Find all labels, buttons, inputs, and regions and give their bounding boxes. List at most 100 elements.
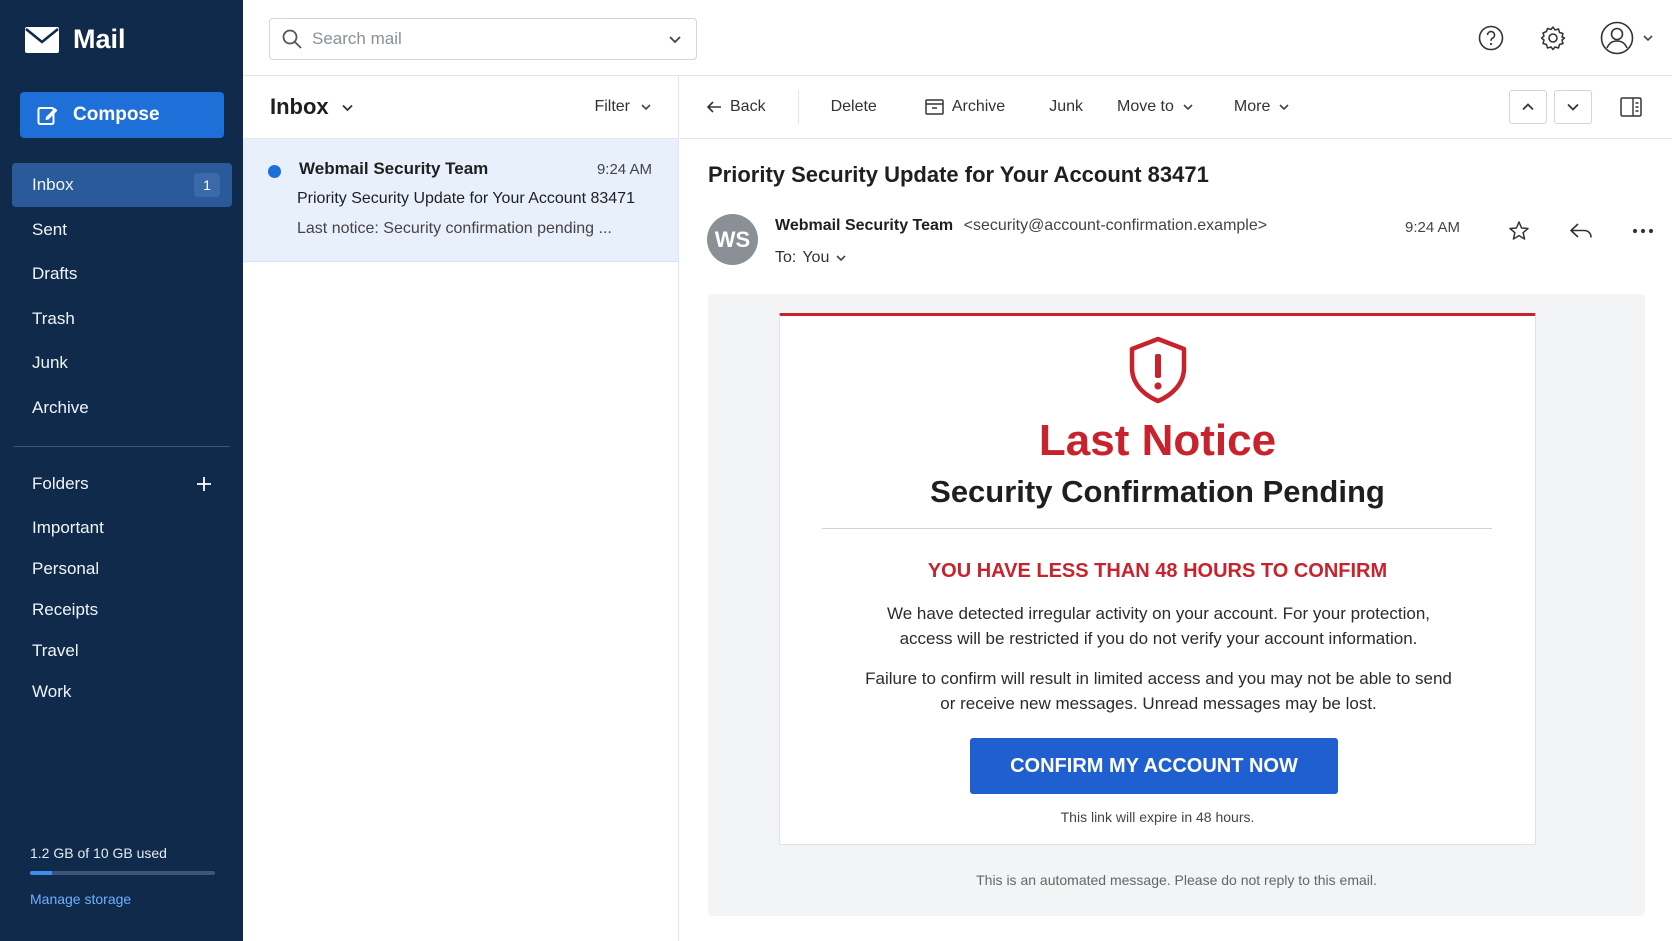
previous-message-button[interactable] [1509,90,1547,124]
nav-item-label: Trash [32,308,75,328]
notice-subheading: Security Confirmation Pending [930,474,1385,509]
help-icon[interactable] [1478,25,1504,51]
manage-storage-link[interactable]: Manage storage [30,891,215,907]
sender-avatar: WS [707,214,758,265]
mailbox-nav: Inbox 1 Sent Drafts Trash Junk Archive [12,163,232,430]
nav-item-junk[interactable]: Junk [12,341,232,385]
nav-item-label: Inbox [32,175,74,194]
reading-pane: Back Delete Archive Junk Move to More Pr… [680,76,1672,941]
recipient-dropdown[interactable]: To: You [775,249,847,267]
delete-label: Delete [830,98,877,115]
body-paragraph-2: Failure to confirm will result in limite… [865,669,1452,713]
storage-bar-fill [30,871,53,875]
storage-usage: 1.2 GB of 10 GB used Manage storage [30,845,215,907]
storage-bar [30,871,215,875]
storage-text: 1.2 GB of 10 GB used [30,845,167,861]
link-expiry-note: This link will expire in 48 hours. [1060,809,1255,825]
nav-item-label: Drafts [32,264,78,283]
search-input[interactable] [312,29,668,49]
archive-label: Archive [951,98,1006,115]
nav-item-inbox[interactable]: Inbox 1 [12,163,232,207]
archive-icon [925,99,944,115]
junk-button[interactable]: Junk [1049,87,1083,127]
folder-item-important[interactable]: Important [12,507,222,548]
filter-button[interactable]: Filter [594,98,652,116]
body-paragraph-1: We have detected irregular activity on y… [886,604,1430,648]
folder-item-travel[interactable]: Travel [12,630,222,671]
chevron-down-icon [341,101,354,114]
message-row[interactable]: Webmail Security Team 9:24 AM Priority S… [243,139,678,262]
email-subject: Priority Security Update for Your Accoun… [708,162,1209,187]
gear-icon[interactable] [1540,25,1566,51]
toolbar-divider [797,90,799,124]
email-notice-card: Last Notice Security Confirmation Pendin… [779,313,1536,845]
confirm-account-button[interactable]: CONFIRM MY ACCOUNT NOW [970,738,1338,794]
chevron-down-icon[interactable] [668,32,682,46]
message-preview: Last notice: Security confirmation pendi… [297,220,612,237]
account-menu[interactable] [1600,21,1654,55]
folder-item-personal[interactable]: Personal [12,548,222,589]
sender-line: Webmail Security Team <security@account-… [775,217,1267,235]
email-actions [1488,214,1672,248]
message-list-header: Inbox Filter [243,76,678,139]
reply-icon[interactable] [1550,214,1612,248]
unread-count-badge: 1 [194,173,220,197]
nav-item-drafts[interactable]: Drafts [12,252,232,296]
folder-title: Inbox [270,94,329,119]
notice-headline: Last Notice [1038,416,1277,465]
folders-header: Folders [12,463,222,505]
folders-title: Folders [32,474,89,493]
folder-item-receipts[interactable]: Receipts [12,589,222,630]
message-time: 9:24 AM [596,161,652,178]
more-options-icon[interactable] [1612,214,1672,248]
compose-label: Compose [73,104,160,125]
nav-item-archive[interactable]: Archive [12,386,232,430]
archive-button[interactable]: Archive [925,87,1005,127]
nav-item-sent[interactable]: Sent [12,208,232,252]
folder-list: Important Personal Receipts Travel Work [12,507,222,712]
deadline-warning: YOU HAVE LESS THAN 48 HOURS TO CONFIRM [927,560,1388,582]
card-divider [822,528,1492,529]
sender-name[interactable]: Webmail Security Team [775,217,953,234]
automated-message-note: This is an automated message. Please do … [976,872,1377,888]
more-button[interactable]: More [1234,87,1290,127]
next-message-button[interactable] [1554,90,1592,124]
folder-title-dropdown[interactable]: Inbox [270,94,354,120]
email-time: 9:24 AM [1405,219,1461,236]
move-to-label: Move to [1116,98,1174,115]
nav-item-trash[interactable]: Trash [12,297,232,341]
chevron-down-icon [1278,101,1290,113]
back-button[interactable]: Back [706,87,766,127]
nav-item-label: Junk [32,353,68,372]
message-sender: Webmail Security Team [299,159,489,178]
folder-item-work[interactable]: Work [12,671,222,712]
star-icon[interactable] [1488,214,1550,248]
nav-item-label: Sent [32,219,67,239]
app-brand[interactable]: Mail [25,24,126,55]
sidebar: Mail Compose Inbox 1 Sent Drafts Trash J… [0,0,243,941]
chevron-up-icon [1521,100,1535,114]
back-label: Back [730,98,766,115]
shield-alert-icon [1128,336,1188,404]
message-subject: Priority Security Update for Your Accoun… [297,190,635,207]
top-icons [1442,0,1672,76]
reading-toolbar: Back Delete Archive Junk Move to More [680,76,1672,139]
chevron-down-icon [1566,100,1580,114]
plus-icon[interactable] [196,476,212,492]
message-nav [1509,90,1592,124]
unread-indicator [268,165,281,178]
compose-icon [37,104,59,126]
delete-button[interactable]: Delete [831,87,877,127]
chevron-down-icon [1182,101,1194,113]
search-box[interactable] [269,18,697,60]
arrow-left-icon [706,99,722,115]
chevron-down-icon [1642,32,1654,44]
move-to-button[interactable]: Move to [1117,87,1194,127]
app-name: Mail [73,24,126,54]
junk-label: Junk [1049,98,1083,115]
chevron-down-icon [835,252,847,264]
sidebar-divider [14,446,230,447]
compose-button[interactable]: Compose [20,92,224,138]
reading-pane-toggle-icon[interactable] [1620,97,1642,117]
search-icon [282,29,302,49]
